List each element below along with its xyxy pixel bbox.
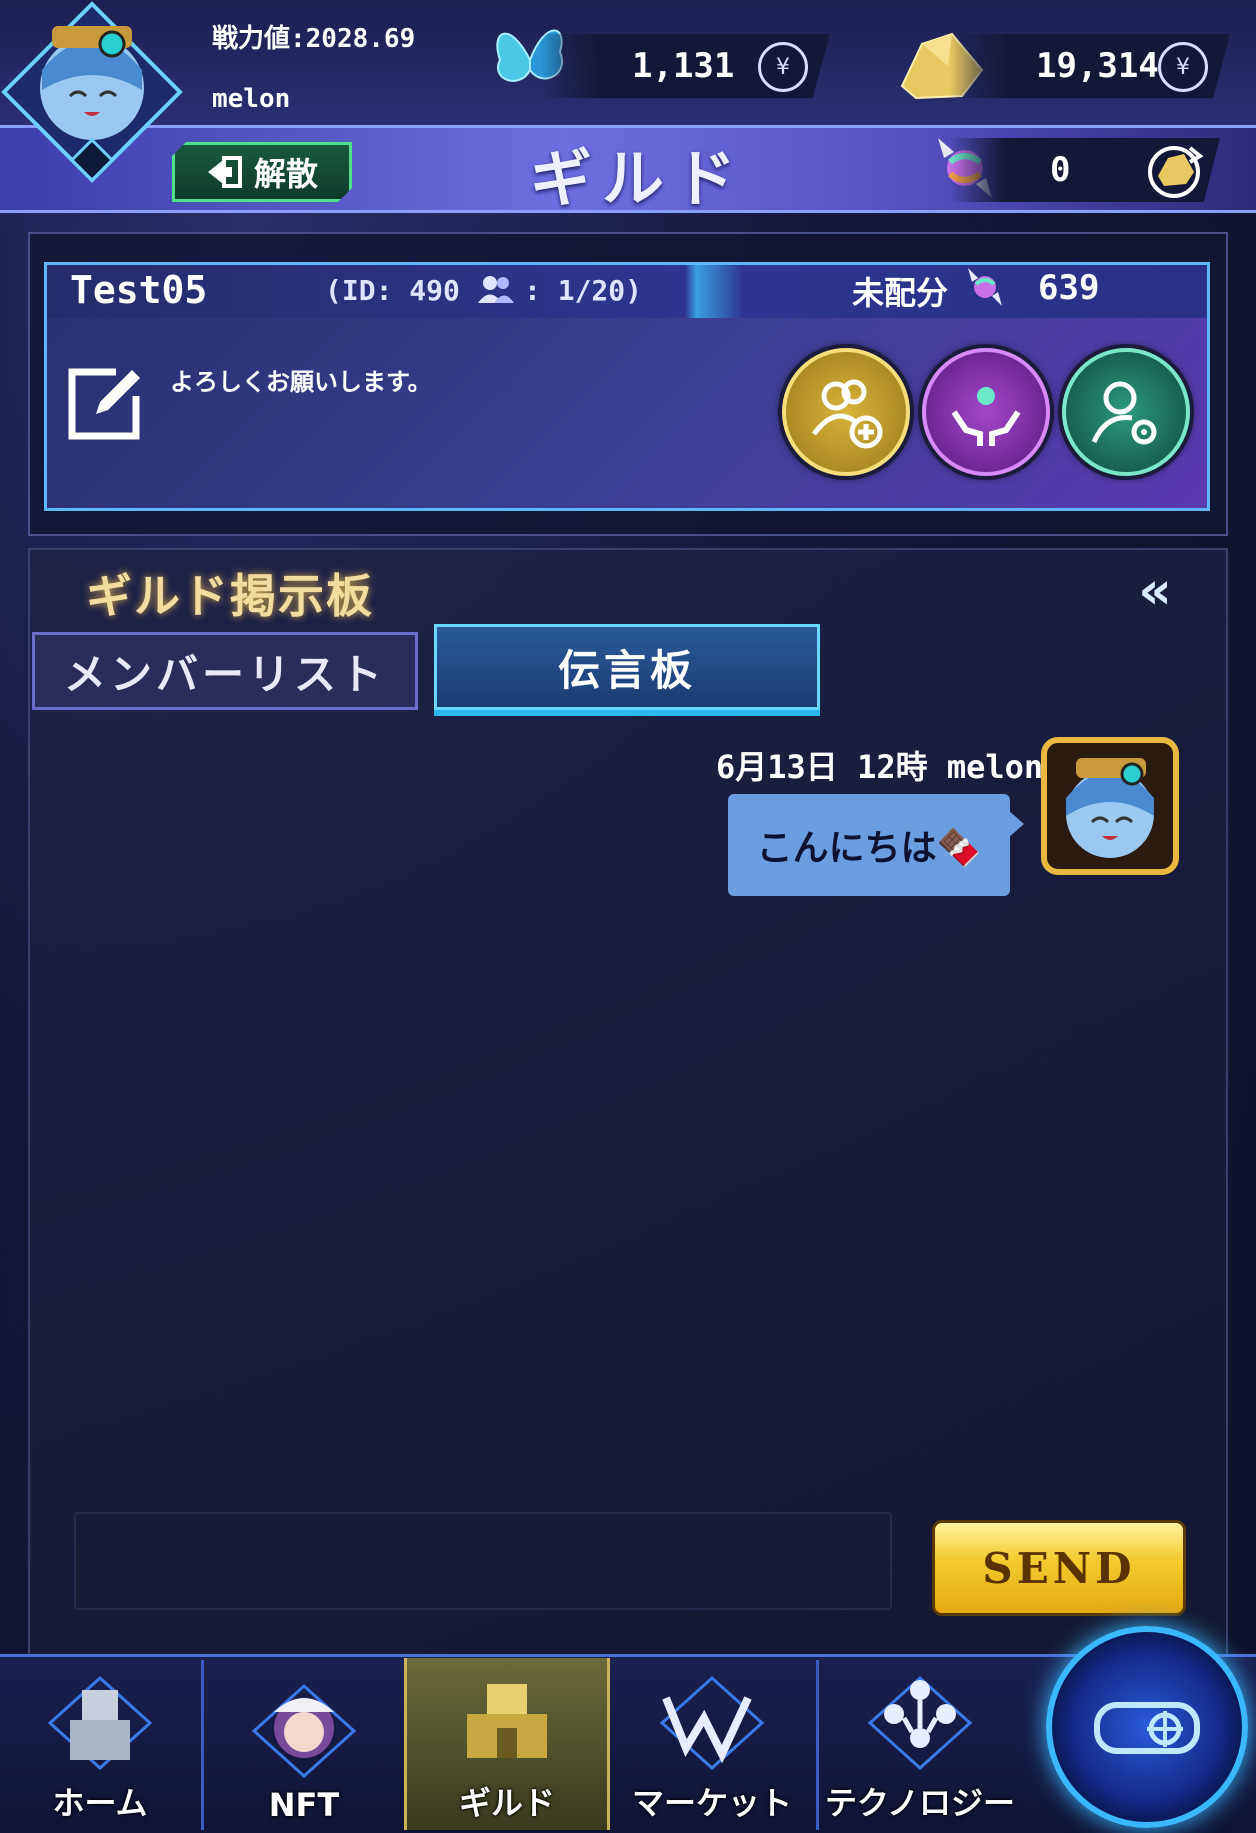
butterfly-currency: 1,131 ¥ [540,34,830,98]
gold-value: 19,314 [1036,46,1159,86]
scan-button[interactable] [1046,1626,1248,1828]
nav-technology-label: テクノロジー [824,1784,1016,1822]
gold-currency: 19,314 ¥ [950,34,1230,98]
guild-board-panel [28,548,1228,1662]
board-title: ギルド掲示板 [86,569,374,623]
candy-value: 0 [1050,150,1071,190]
nav-home-label: ホーム [52,1784,148,1822]
candy-currency: 0 [950,138,1220,202]
edit-icon[interactable] [66,362,146,442]
guild-id: (ID: 490 [325,274,460,307]
nav-technology[interactable]: テクノロジー [820,1658,1020,1830]
add-member-icon [811,379,883,449]
player-avatar[interactable] [0,0,185,185]
nav-home[interactable]: ホーム [0,1658,200,1830]
power-value-label: 戦力値:2028.69 [212,24,416,54]
candy-icon [968,268,1002,306]
robot-icon [47,1675,153,1771]
exchange-icon[interactable]: ¥ [758,42,808,92]
disband-button[interactable]: 解散 [172,142,352,202]
vr-goggles-icon [1094,1702,1200,1754]
collapse-icon[interactable]: « [1118,561,1192,621]
invite-member-button[interactable] [782,348,910,476]
butterfly-value: 1,131 [632,46,735,86]
nav-nft[interactable]: NFT [204,1658,404,1830]
tab-message-board[interactable]: 伝言板 [434,624,820,710]
exit-icon [206,155,244,189]
guild-message: よろしくお願いします。 [170,368,432,396]
message-bubble: こんにちは🍫 [728,794,1010,896]
guild-member-count: : 1/20) [524,274,643,307]
disband-label: 解散 [253,155,318,193]
username-label: melon [212,84,291,114]
nav-separator [816,1660,819,1830]
undistributed-value: 639 [1038,268,1100,308]
chart-icon [659,1675,765,1771]
nav-guild[interactable]: ギルド [404,1658,610,1830]
tech-tree-icon [867,1675,973,1771]
convert-icon[interactable] [1146,142,1206,200]
bubble-tail [1008,810,1024,838]
character-icon [251,1683,357,1779]
members-icon [478,276,514,303]
distribute-candy-button[interactable] [922,348,1050,476]
hands-candy-icon [951,387,1021,446]
nav-market-label: マーケット [631,1784,792,1822]
guild-name: Test05 [70,268,208,312]
guild-settings-button[interactable] [1062,348,1190,476]
user-gear-icon [1091,381,1157,445]
message-meta: 6月13日 12時 melon [716,748,1044,786]
exchange-icon[interactable]: ¥ [1158,42,1208,92]
guild-building-icon [467,1684,547,1758]
undistributed-label: 未配分 [852,274,949,312]
message-input[interactable] [74,1512,892,1610]
nav-guild-label: ギルド [458,1784,555,1822]
nav-nft-label: NFT [268,1786,340,1824]
nav-market[interactable]: マーケット [612,1658,812,1830]
message-avatar[interactable] [1040,736,1180,876]
tab-member-list[interactable]: メンバーリスト [32,632,418,710]
send-button[interactable]: SEND [932,1520,1186,1616]
page-title: ギルド [530,142,747,215]
